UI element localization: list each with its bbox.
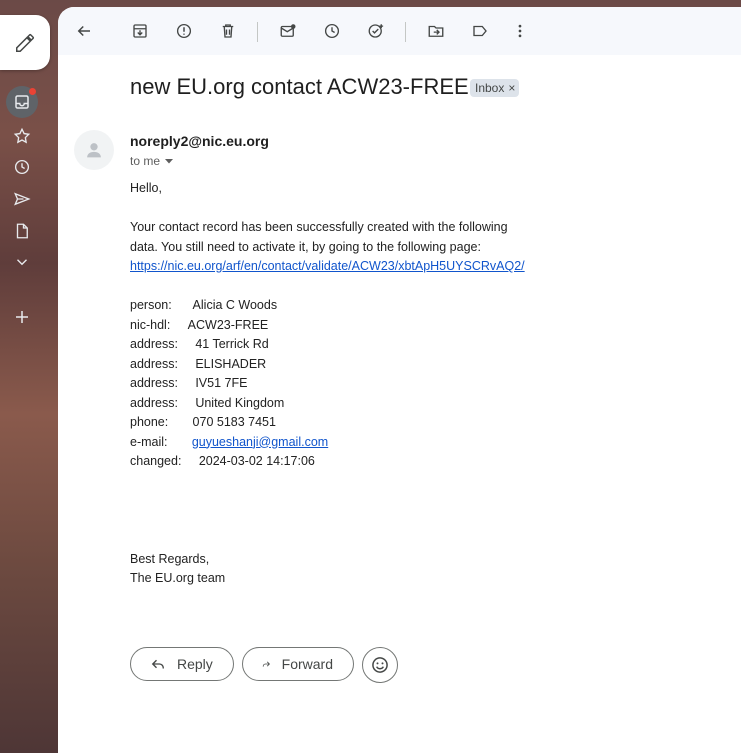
field-row: e-mail: guyueshanji@gmail.com [130,433,690,453]
unread-dot [29,88,36,95]
contact-fields: person: Alicia C Woods nic-hdl: ACW23-FR… [130,296,690,472]
closing-line: Best Regards, [130,551,210,566]
reply-label: Reply [177,656,213,672]
snooze-icon[interactable] [318,17,346,45]
field-padding [172,296,193,316]
compose-button[interactable] [0,15,50,70]
snoozed-nav-icon[interactable] [8,153,36,181]
recipient-text: to me [130,154,161,168]
field-value: ELISHADER [195,356,267,371]
field-value: United Kingdom [195,395,285,410]
greeting: Hello, [130,181,162,195]
field-row: nic-hdl: ACW23-FREE [130,316,690,336]
field-padding [178,394,195,414]
field-value: 2024-03-02 14:17:06 [198,454,315,468]
closing-line: The EU.org team [130,571,226,585]
blank-space [130,472,690,550]
back-icon[interactable] [70,17,98,45]
field-key: address: [130,337,178,351]
field-key: nic-hdl: [130,317,171,332]
report-spam-icon[interactable] [170,17,198,45]
archive-icon[interactable] [126,17,154,45]
forward-button[interactable]: Forward [242,647,354,681]
field-key: changed: [130,454,182,468]
field-row: address: ELISHADER [130,355,690,375]
reply-icon [151,659,164,669]
intro-line: Your contact record has been successfull… [130,220,508,234]
message-subject: new EU.org contact ACW23-FREE [130,74,469,99]
more-nav-icon[interactable] [8,248,36,276]
drafts-nav-icon[interactable] [8,217,36,245]
field-padding [168,413,192,433]
add-to-tasks-icon[interactable] [362,17,390,45]
toolbar-divider [257,22,258,42]
person-icon [87,143,101,158]
forward-icon [262,661,270,667]
message-panel: new EU.org contact ACW23-FREE Inbox × nor… [58,7,741,753]
field-row: address: IV51 7FE [130,374,690,394]
email-link[interactable]: guyueshanji@gmail.com [192,433,328,453]
sender-address[interactable]: noreply2@nic.eu.org [130,133,269,149]
field-row: address: 41 Terrick Rd [130,335,690,355]
toolbar-divider [405,22,406,42]
smiley-icon [372,657,388,673]
field-value: 070 5183 7451 [192,415,276,429]
field-row: person: Alicia C Woods [130,296,690,316]
sender-avatar[interactable] [74,130,114,170]
field-value: ACW23-FREE [187,317,269,332]
field-key: address: [130,395,178,410]
emoji-reaction-button[interactable] [362,647,398,683]
inbox-label-text: Inbox [475,81,505,95]
field-key: e-mail: [130,434,168,449]
field-key: person: [130,298,172,312]
field-key: phone: [130,415,169,429]
new-label-icon[interactable] [8,303,36,331]
field-padding [168,433,192,453]
pencil-icon [16,33,34,52]
inbox-nav-icon[interactable] [6,86,38,118]
field-key: address: [130,356,178,371]
forward-label: Forward [281,656,333,672]
field-row: changed: 2024-03-02 14:17:06 [130,452,690,472]
field-padding [178,355,195,375]
field-padding [170,316,187,336]
field-padding [178,374,195,394]
label-icon[interactable] [466,17,494,45]
starred-nav-icon[interactable] [8,122,36,150]
mark-unread-icon[interactable] [274,17,302,45]
inbox-label-badge: Inbox × [470,79,520,97]
validate-link[interactable]: https://nic.eu.org/arf/en/contact/valida… [130,259,525,273]
remove-label-icon[interactable]: × [508,81,515,95]
delete-icon[interactable] [214,17,242,45]
sent-nav-icon[interactable] [8,185,36,213]
recipient-details[interactable]: to me [130,154,174,168]
intro-line: data. You still need to activate it, by … [130,239,481,254]
field-value: IV51 7FE [195,376,248,390]
caret-down-icon [165,159,174,164]
message-body: Hello, Your contact record has been succ… [130,179,690,589]
more-icon[interactable] [506,17,534,45]
message-toolbar [58,7,741,55]
field-padding [178,335,195,355]
reply-button[interactable]: Reply [130,647,234,681]
field-key: address: [130,376,178,390]
field-value: Alicia C Woods [192,298,278,312]
left-rail [0,0,58,753]
move-to-icon[interactable] [422,17,450,45]
field-value: 41 Terrick Rd [195,337,269,351]
field-padding [181,452,198,472]
field-row: address: United Kingdom [130,394,690,414]
field-row: phone: 070 5183 7451 [130,413,690,433]
